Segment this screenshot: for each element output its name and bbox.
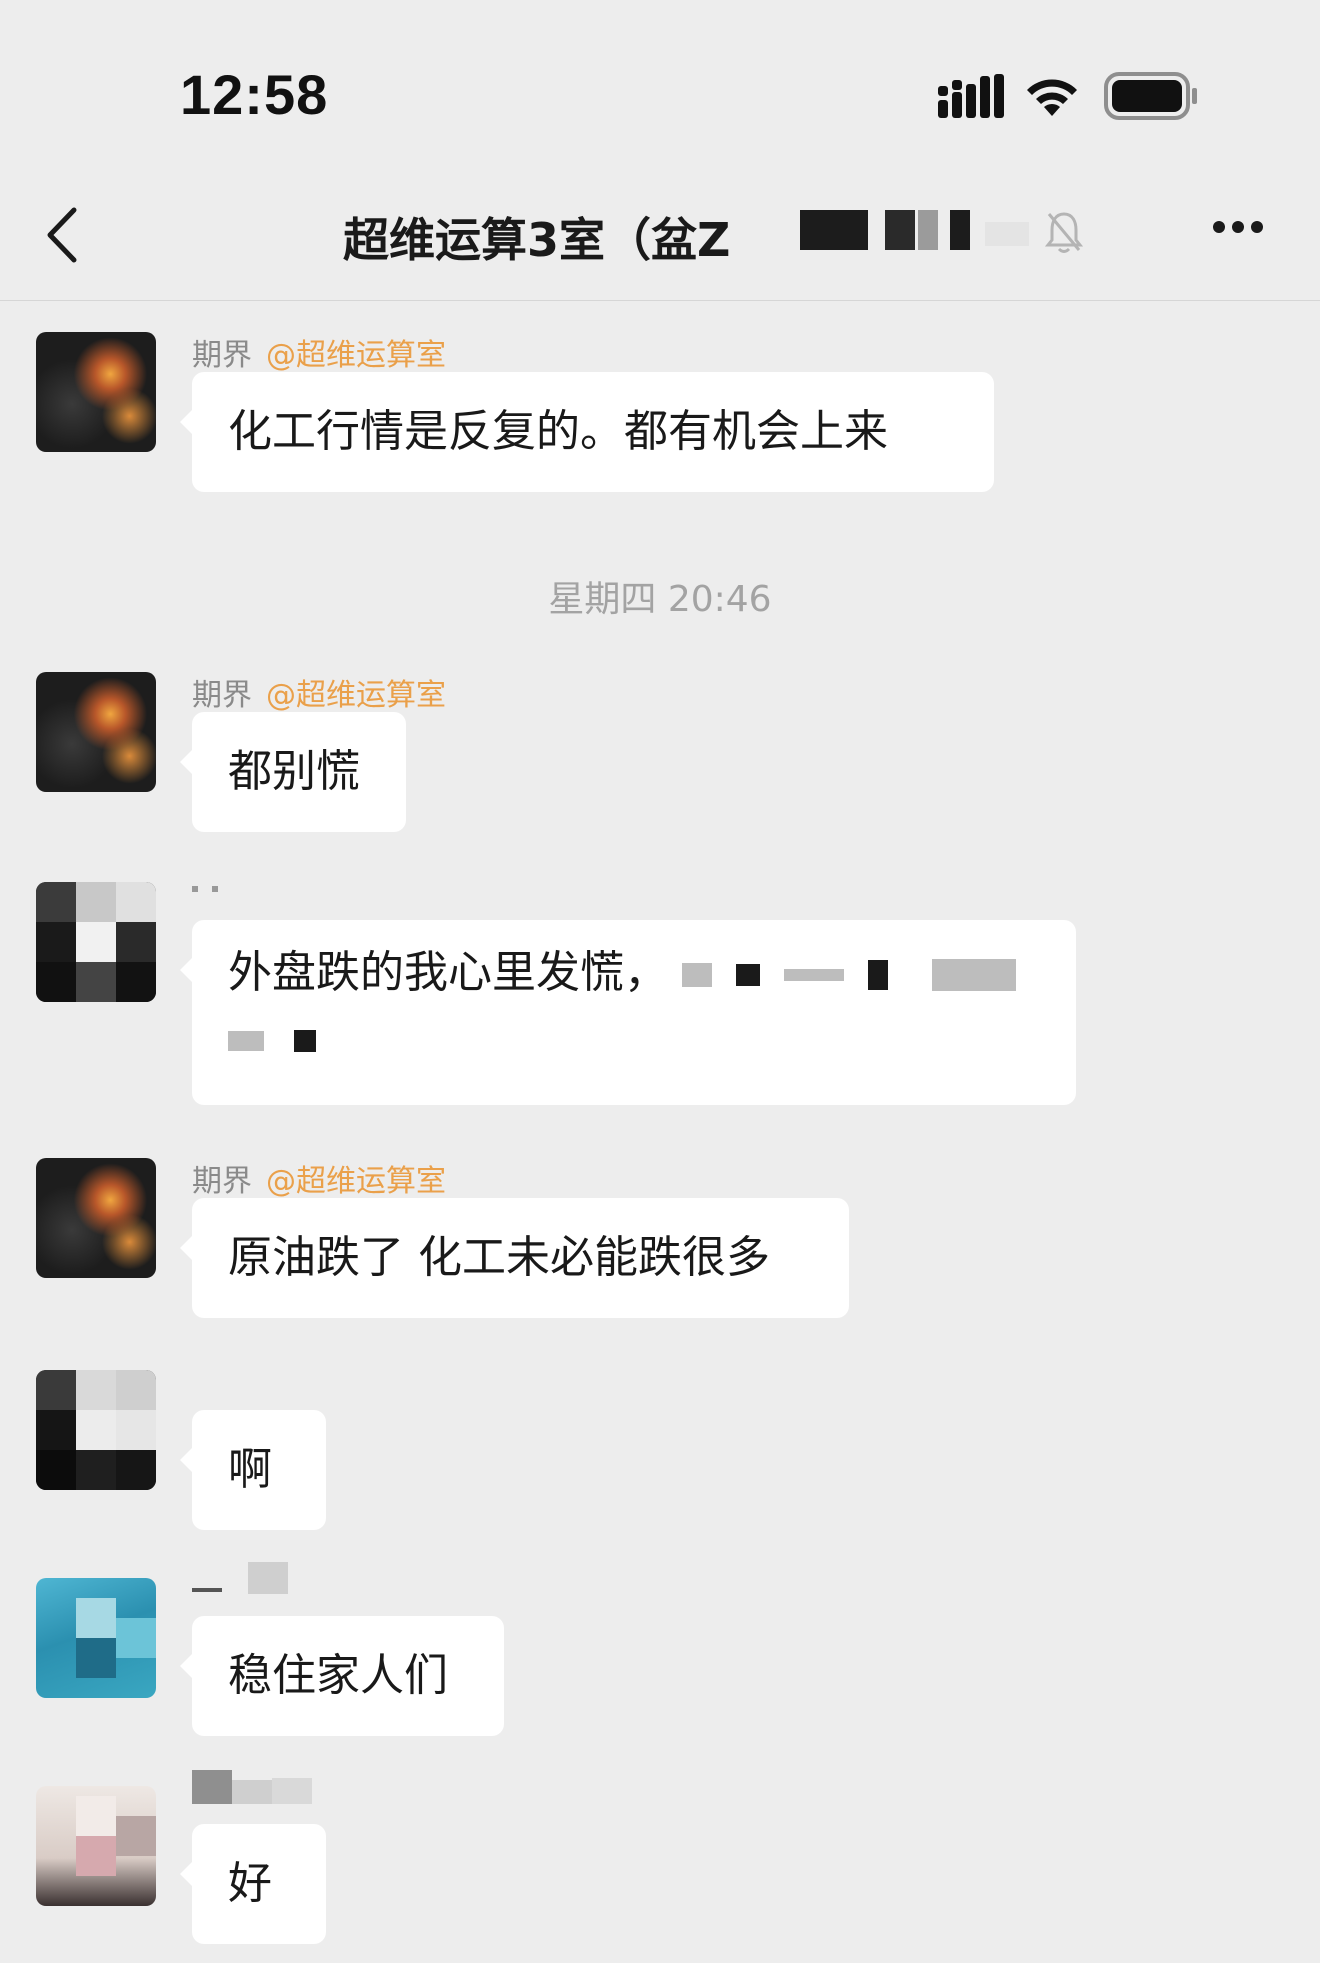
message-text: 化工行情是反复的。都有机会上来 [228,406,888,457]
chat-title: 超维运算3室（盆Z [343,213,731,267]
message-text: 好 [228,1858,272,1909]
redaction-block [736,964,760,986]
sender-mention: @超维运算室 [266,1164,446,1199]
message-bubble[interactable]: 外盘跌的我心里发慌， [180,920,1076,1105]
message-text: 外盘跌的我心里发慌， [228,947,668,998]
sender-mention: @超维运算室 [266,678,446,713]
avatar[interactable] [36,332,156,452]
sender-name-redacted [192,880,232,914]
wifi-icon [1027,79,1077,116]
message-text: 啊 [228,1444,272,1495]
avatar[interactable] [36,1578,156,1698]
sender-line: 期界 @超维运算室 [192,670,446,714]
bell-muted-icon [1045,212,1083,253]
avatar[interactable] [36,1158,156,1278]
message-bubble[interactable]: 稳住家人们 [180,1616,504,1736]
sender-mention: @超维运算室 [266,338,446,373]
time-divider: 星期四 20:46 [548,579,772,620]
avatar[interactable] [36,672,156,792]
sender-name: 期界 [192,1164,252,1199]
message-bubble[interactable]: 原油跌了 化工未必能跌很多 [180,1198,849,1318]
avatar[interactable] [36,1370,156,1490]
sender-line: 期界 @超维运算室 [192,330,446,374]
message-text: 稳住家人们 [228,1650,448,1701]
redaction-block [932,959,1016,991]
message-bubble[interactable]: 好 [180,1824,326,1944]
status-time: 12:58 [180,63,329,126]
chevron-left-icon[interactable] [44,206,80,264]
redaction-block [784,969,844,981]
sender-name: 期界 [192,338,252,373]
message-text: 都别慌 [228,746,360,797]
avatar[interactable] [36,882,156,1002]
sender-name: 期界 [192,678,252,713]
sender-name-redacted [192,1770,332,1804]
redaction-block [682,963,712,987]
message-bubble[interactable]: 都别慌 [180,712,406,832]
signal-icon [938,74,1004,118]
chat-header: 超维运算3室（盆Z [0,170,1320,301]
redaction-block [868,960,888,990]
sender-line: 期界 @超维运算室 [192,1156,446,1200]
battery-icon [1104,72,1197,120]
message-bubble[interactable]: 啊 [180,1410,326,1530]
message-text: 原油跌了 化工未必能跌很多 [228,1232,770,1283]
sender-name-redacted [192,1562,302,1596]
more-dots-icon[interactable] [1212,220,1264,234]
redaction-block [228,1031,264,1051]
status-bar: 12:58 [0,0,1320,170]
avatar[interactable] [36,1786,156,1906]
message-list[interactable]: 期界 @超维运算室 化工行情是反复的。都有机会上来 星期四 20:46 期界 @超维… [0,300,1320,1963]
message-bubble[interactable]: 化工行情是反复的。都有机会上来 [180,372,994,492]
redaction-block [294,1030,316,1052]
